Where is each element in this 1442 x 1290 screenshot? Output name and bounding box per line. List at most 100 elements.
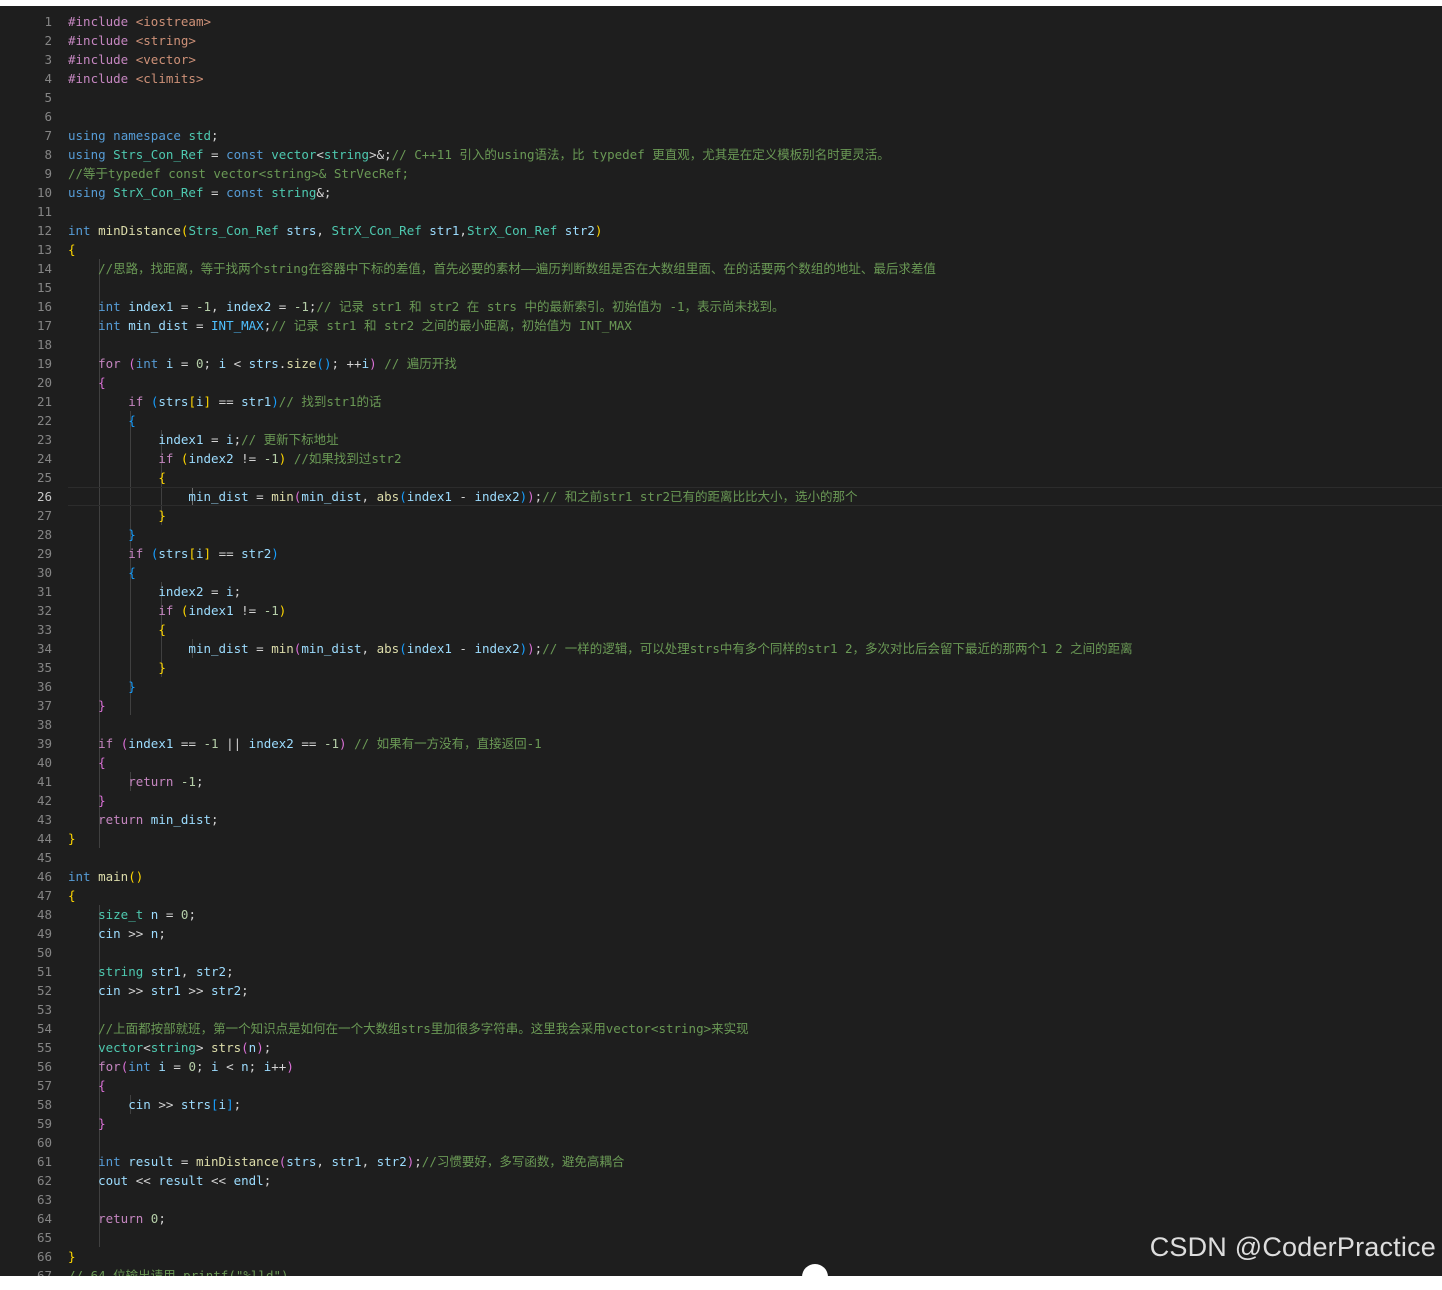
code-token: Strs_Con_Ref [188, 223, 279, 238]
code-editor[interactable]: 1 2 3 4 5 6 7 8 9 10 11 12 13 14 15 16 17 18 19 20 21 22 23 24 2… [0, 6, 1442, 1276]
line-number: 59 [36, 1116, 52, 1131]
code-token: min [271, 641, 294, 656]
code-token: >> [180, 983, 212, 998]
code-line[interactable]: { [68, 620, 1442, 639]
code-line[interactable] [68, 943, 1442, 962]
code-token: = [203, 147, 227, 162]
code-token: == [293, 736, 324, 751]
code-line[interactable]: if (index2 != -1) //如果找到过str2 [68, 449, 1442, 468]
code-token: ; [188, 907, 196, 922]
code-line[interactable]: int index1 = -1, index2 = -1;// 记录 str1 … [68, 297, 1442, 316]
code-token: Strs_Con_Ref [113, 147, 204, 162]
code-line[interactable]: min_dist = min(min_dist, abs(index1 - in… [68, 639, 1442, 658]
code-line[interactable]: } [68, 506, 1442, 525]
code-line[interactable]: cout << result << endl; [68, 1171, 1442, 1190]
code-line[interactable]: return min_dist; [68, 810, 1442, 829]
code-token: using [68, 128, 106, 143]
code-line[interactable]: if (index1 != -1) [68, 601, 1442, 620]
code-line[interactable]: #include <climits> [68, 69, 1442, 88]
code-line[interactable]: } [68, 1114, 1442, 1133]
code-line[interactable]: using Strs_Con_Ref = const vector<string… [68, 145, 1442, 164]
code-line[interactable]: int main() [68, 867, 1442, 886]
code-line[interactable]: // 64 位输出请用 printf("%lld") [68, 1266, 1442, 1276]
code-line[interactable] [68, 88, 1442, 107]
code-token: strs [158, 394, 189, 409]
code-line[interactable]: { [68, 886, 1442, 905]
code-line[interactable]: size_t n = 0; [68, 905, 1442, 924]
code-line[interactable]: //等于typedef const vector<string>& StrVec… [68, 164, 1442, 183]
code-line[interactable]: } [68, 829, 1442, 848]
code-line[interactable]: } [68, 525, 1442, 544]
code-line[interactable]: { [68, 411, 1442, 430]
code-line[interactable] [68, 1190, 1442, 1209]
line-number: 42 [36, 793, 52, 808]
code-token: index2 [188, 451, 234, 466]
line-number: 31 [36, 584, 52, 599]
code-token: str2 [376, 1154, 407, 1169]
code-line[interactable]: int result = minDistance(strs, str1, str… [68, 1152, 1442, 1171]
code-line[interactable]: index1 = i;// 更新下标地址 [68, 430, 1442, 449]
code-line[interactable]: #include <string> [68, 31, 1442, 50]
code-line[interactable]: #include <vector> [68, 50, 1442, 69]
code-area[interactable]: #include <iostream> #include <string> #inc… [68, 12, 1442, 1276]
code-line[interactable]: { [68, 563, 1442, 582]
code-line[interactable] [68, 107, 1442, 126]
code-line[interactable]: #include <iostream> [68, 12, 1442, 31]
code-line[interactable] [68, 715, 1442, 734]
code-line[interactable]: { [68, 1076, 1442, 1095]
code-token: // 64 位输出请用 printf("%lld") [68, 1268, 289, 1276]
code-token: int [128, 1059, 151, 1074]
code-line[interactable]: } [68, 677, 1442, 696]
code-line[interactable]: } [68, 658, 1442, 677]
code-line[interactable] [68, 1000, 1442, 1019]
code-line[interactable]: if (index1 == -1 || index2 == -1) // 如果有… [68, 734, 1442, 753]
code-line[interactable]: } [68, 696, 1442, 715]
code-line[interactable]: if (strs[i] == str1)// 找到str1的话 [68, 392, 1442, 411]
code-line[interactable]: { [68, 373, 1442, 392]
code-token: #include [68, 52, 129, 67]
code-line[interactable]: //上面都按部就班，第一个知识点是如何在一个大数组strs里加很多字符串。这里我… [68, 1019, 1442, 1038]
code-line[interactable] [68, 278, 1442, 297]
code-line[interactable]: return -1; [68, 772, 1442, 791]
code-line[interactable] [68, 1133, 1442, 1152]
code-token: //如果找到过str2 [293, 451, 402, 466]
code-line[interactable]: } [68, 791, 1442, 810]
code-line[interactable]: using namespace std; [68, 126, 1442, 145]
code-line[interactable]: min_dist = min(min_dist, abs(index1 - in… [68, 487, 1442, 506]
line-number: 43 [36, 812, 52, 827]
code-line[interactable]: int minDistance(Strs_Con_Ref strs, StrX_… [68, 221, 1442, 240]
code-token: StrX_Con_Ref [113, 185, 204, 200]
code-token: { [68, 888, 76, 903]
code-token: ; [263, 1040, 272, 1055]
code-line[interactable] [68, 335, 1442, 354]
line-number: 13 [36, 242, 52, 257]
code-line[interactable]: cin >> strs[i]; [68, 1095, 1442, 1114]
line-number: 49 [36, 926, 52, 941]
code-line[interactable]: for (int i = 0; i < strs.size(); ++i) //… [68, 354, 1442, 373]
code-line[interactable]: { [68, 468, 1442, 487]
code-line[interactable]: if (strs[i] == str2) [68, 544, 1442, 563]
code-line[interactable]: { [68, 753, 1442, 772]
code-line[interactable]: return 0; [68, 1209, 1442, 1228]
code-line[interactable]: { [68, 240, 1442, 259]
code-line[interactable]: using StrX_Con_Ref = const string&; [68, 183, 1442, 202]
code-line[interactable]: //思路，找距离，等于找两个string在容器中下标的差值，首先必要的素材——遍… [68, 259, 1442, 278]
code-token: index2 [226, 299, 272, 314]
code-line[interactable]: int min_dist = INT_MAX;// 记录 str1 和 str2… [68, 316, 1442, 335]
code-line[interactable]: vector<string> strs(n); [68, 1038, 1442, 1057]
code-line[interactable]: string str1, str2; [68, 962, 1442, 981]
line-number: 7 [44, 128, 52, 143]
code-line[interactable]: index2 = i; [68, 582, 1442, 601]
code-token: } [68, 1249, 76, 1264]
code-line[interactable]: cin >> str1 >> str2; [68, 981, 1442, 1000]
code-line[interactable] [68, 202, 1442, 221]
code-line[interactable]: cin >> n; [68, 924, 1442, 943]
code-line[interactable] [68, 848, 1442, 867]
code-token: ; [263, 1173, 272, 1188]
code-line[interactable]: for(int i = 0; i < n; i++) [68, 1057, 1442, 1076]
